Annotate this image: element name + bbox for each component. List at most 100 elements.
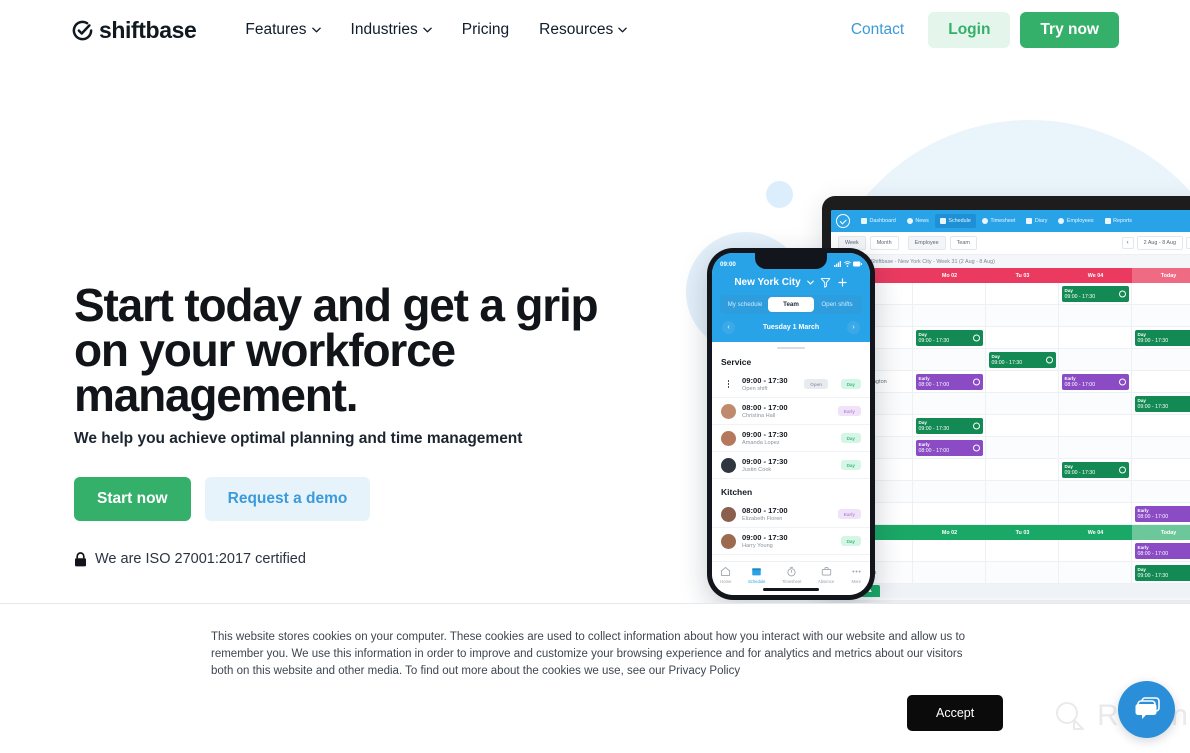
schedule-shift-block[interactable]: Early 08:00 - 17:00 (1134, 542, 1190, 559)
table-row[interactable]: Bobby GreenDay09:00 - 17:30 (831, 393, 1190, 415)
phone-nav-more[interactable]: More (851, 566, 862, 584)
list-item[interactable]: 09:00 - 17:30 Justin Cook Day (712, 452, 870, 479)
filter-month[interactable]: Month (869, 236, 899, 250)
kebab-menu-icon[interactable] (721, 379, 736, 389)
schedule-day-cell[interactable] (913, 459, 986, 480)
schedule-day-cell[interactable] (1059, 349, 1132, 370)
dashboard-nav-schedule[interactable]: Schedule (934, 214, 976, 228)
table-row[interactable]: Christina HallEarly08:00 - 17:00 (831, 437, 1190, 459)
schedule-shift-block[interactable]: Day 09:00 - 17:30 (1061, 461, 1129, 478)
schedule-day-cell[interactable] (986, 415, 1059, 436)
login-button[interactable]: Login (928, 12, 1011, 48)
schedule-shift-block[interactable]: Day 09:00 - 17:30 (988, 351, 1056, 368)
schedule-day-cell[interactable] (986, 305, 1059, 326)
schedule-day-cell[interactable]: Day 09:00 - 17:30 (1132, 562, 1190, 583)
schedule-day-cell[interactable] (1132, 305, 1190, 326)
schedule-day-cell[interactable] (1059, 562, 1132, 583)
schedule-day-cell[interactable] (986, 437, 1059, 458)
schedule-day-cell[interactable]: Day 09:00 - 17:30 (1059, 459, 1132, 480)
schedule-shift-block[interactable]: Day 09:00 - 17:30 (915, 329, 983, 346)
schedule-shift-block[interactable]: Day 09:00 - 17:30 (1134, 395, 1190, 412)
schedule-day-cell[interactable]: Early 08:00 - 17:00 (913, 437, 986, 458)
schedule-shift-block[interactable]: Day 09:00 - 17:30 (915, 417, 983, 434)
phone-nav-timesheet[interactable]: Timesheet (782, 566, 801, 584)
table-row[interactable]: Justin KokEarly08:00 - 17:00 (831, 503, 1190, 525)
schedule-day-cell[interactable] (986, 371, 1059, 392)
phone-nav-absence[interactable]: Absence (818, 566, 834, 584)
try-now-button[interactable]: Try now (1020, 12, 1119, 48)
schedule-day-cell[interactable] (913, 540, 986, 561)
table-row[interactable]: Amanda LopezDay09:00 - 17:30 (831, 349, 1190, 371)
schedule-shift-block[interactable]: Day 09:00 - 17:30 (1061, 285, 1129, 302)
schedule-day-cell[interactable] (1132, 371, 1190, 392)
schedule-day-cell[interactable] (986, 503, 1059, 524)
table-row[interactable]: Dorothy HughesDay09:00 - 17:30 (831, 562, 1190, 584)
schedule-day-cell[interactable]: Day 09:00 - 17:30 (1059, 283, 1132, 304)
nav-item-resources[interactable]: Resources (524, 21, 642, 39)
contact-link[interactable]: Contact (837, 21, 918, 39)
add-icon[interactable] (837, 277, 848, 288)
schedule-day-cell[interactable] (986, 327, 1059, 348)
schedule-day-cell[interactable] (913, 283, 986, 304)
next-week-button[interactable]: › (1186, 237, 1190, 249)
schedule-day-cell[interactable] (1132, 283, 1190, 304)
chat-widget-button[interactable] (1118, 681, 1175, 738)
date-range-label[interactable]: 2 Aug - 8 Aug (1136, 236, 1183, 250)
table-row[interactable]: ShiftsDay09:00 - 17:30 (831, 283, 1190, 305)
dashboard-nav-reports[interactable]: Reports (1100, 214, 1137, 228)
phone-prev-day-button[interactable]: ‹ (722, 321, 735, 334)
schedule-day-cell[interactable] (913, 481, 986, 502)
schedule-shift-block[interactable]: Early 08:00 - 17:00 (915, 439, 983, 456)
accept-cookies-button[interactable]: Accept (907, 695, 1004, 731)
phone-tab-my-schedule[interactable]: My schedule (722, 297, 768, 312)
schedule-day-cell[interactable]: Day 09:00 - 17:30 (1132, 327, 1190, 348)
filter-employee[interactable]: Employee (907, 236, 946, 250)
schedule-day-cell[interactable] (1059, 540, 1132, 561)
filter-icon[interactable] (820, 277, 831, 288)
table-row[interactable]: Daniel BarnesDay09:00 - 17:30 (831, 459, 1190, 481)
schedule-day-cell[interactable]: Day 09:00 - 17:30 (913, 327, 986, 348)
phone-nav-home[interactable]: Home (720, 566, 731, 584)
schedule-shift-block[interactable]: Day 09:00 - 17:30 (1134, 564, 1190, 581)
nav-item-pricing[interactable]: Pricing (447, 21, 524, 39)
schedule-shift-block[interactable]: Early 08:00 - 17:00 (915, 373, 983, 390)
schedule-day-cell[interactable] (986, 540, 1059, 561)
list-item[interactable]: 08:00 - 17:00 Elizabeth Floren Early (712, 501, 870, 528)
schedule-day-cell[interactable] (1132, 349, 1190, 370)
shiftbase-logo[interactable]: shiftbase (71, 17, 197, 44)
phone-tab-open-shifts[interactable]: Open shifts (814, 297, 860, 312)
schedule-day-cell[interactable] (913, 393, 986, 414)
schedule-day-cell[interactable] (913, 503, 986, 524)
list-item[interactable]: 08:00 - 17:00 Christina Hall Early (712, 398, 870, 425)
table-row[interactable]: David White (831, 481, 1190, 503)
schedule-day-cell[interactable] (986, 562, 1059, 583)
schedule-day-cell[interactable] (1059, 503, 1132, 524)
list-item[interactable]: 09:00 - 17:30 Open shift Open Day (712, 371, 870, 398)
schedule-day-cell[interactable] (1059, 305, 1132, 326)
schedule-day-cell[interactable]: Early 08:00 - 17:00 (913, 371, 986, 392)
schedule-day-cell[interactable]: Early 08:00 - 17:00 (1059, 371, 1132, 392)
nav-item-features[interactable]: Features (230, 21, 335, 39)
schedule-day-cell[interactable] (1132, 437, 1190, 458)
dashboard-nav-dashboard[interactable]: Dashboard (856, 214, 901, 228)
phone-nav-schedule[interactable]: Schedule (748, 566, 765, 584)
table-row[interactable]: Brenda JamesDay09:00 - 17:30 (831, 415, 1190, 437)
schedule-day-cell[interactable]: Day 09:00 - 17:30 (986, 349, 1059, 370)
table-row[interactable]: ShiftsEarly08:00 - 17:00 (831, 540, 1190, 562)
schedule-day-cell[interactable] (1059, 415, 1132, 436)
schedule-day-cell[interactable] (1059, 393, 1132, 414)
schedule-day-cell[interactable] (986, 393, 1059, 414)
schedule-day-cell[interactable]: Early 08:00 - 17:00 (1132, 540, 1190, 561)
dashboard-nav-employees[interactable]: Employees (1053, 214, 1098, 228)
list-item[interactable]: 09:00 - 17:30 Harry Young Day (712, 528, 870, 555)
schedule-day-cell[interactable] (913, 562, 986, 583)
schedule-day-cell[interactable] (1059, 437, 1132, 458)
start-now-button[interactable]: Start now (74, 477, 191, 521)
schedule-shift-block[interactable]: Day 09:00 - 17:30 (1134, 329, 1190, 346)
schedule-day-cell[interactable]: Early 08:00 - 17:00 (1132, 503, 1190, 524)
table-row[interactable]: Barbara WashingtonEarly08:00 - 17:00Earl… (831, 371, 1190, 393)
schedule-day-cell[interactable]: Day 09:00 - 17:30 (913, 415, 986, 436)
prev-week-button[interactable]: ‹ (1121, 237, 1134, 249)
table-row[interactable]: Ian WilsonDay09:00 - 17:30Day09:00 - 17:… (831, 327, 1190, 349)
schedule-day-cell[interactable] (1059, 327, 1132, 348)
